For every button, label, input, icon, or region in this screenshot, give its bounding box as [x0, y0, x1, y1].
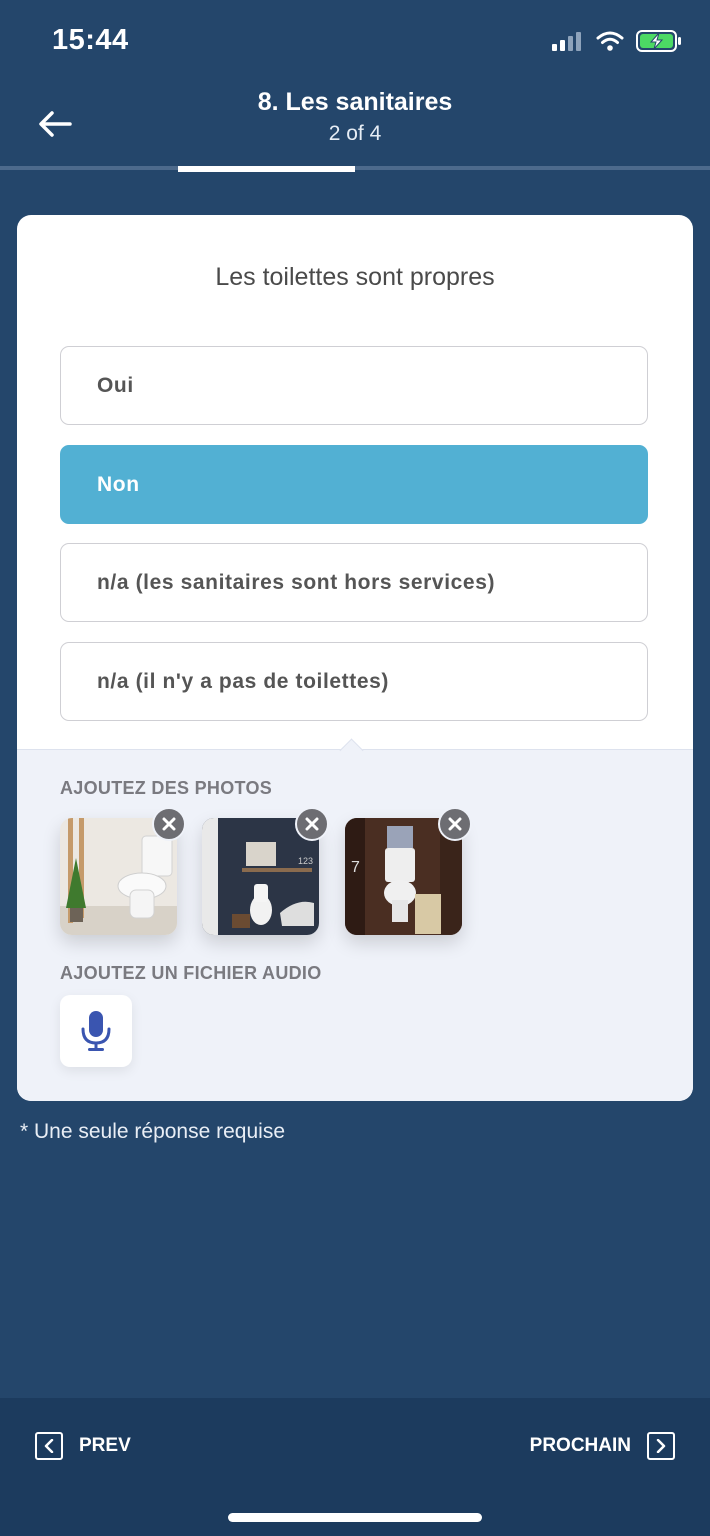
- option-non[interactable]: Non: [60, 445, 648, 524]
- prev-button[interactable]: PREV: [35, 1432, 131, 1460]
- close-icon: [305, 817, 319, 831]
- option-na-hors-services[interactable]: n/a (les sanitaires sont hors services): [60, 543, 648, 622]
- status-icons: [552, 30, 682, 52]
- remove-photo-button[interactable]: [152, 807, 186, 841]
- record-audio-button[interactable]: [60, 995, 132, 1067]
- panel-notch: [339, 738, 364, 763]
- remove-photo-button[interactable]: [438, 807, 472, 841]
- close-icon: [448, 817, 462, 831]
- signal-icon: [552, 32, 581, 51]
- next-button[interactable]: PROCHAIN: [530, 1432, 675, 1460]
- question-text: Les toilettes sont propres: [215, 263, 495, 291]
- wifi-icon: [596, 31, 624, 51]
- attachments-panel: AJOUTEZ DES PHOTOS 123 7 AJOUTEZ UN FICH…: [17, 738, 693, 1101]
- status-time: 15:44: [52, 24, 129, 56]
- step-indicator: 2 of 4: [328, 122, 382, 145]
- option-oui[interactable]: Oui: [60, 346, 648, 425]
- home-indicator: [228, 1513, 482, 1522]
- svg-text:7: 7: [351, 859, 360, 876]
- svg-text:123: 123: [298, 856, 313, 866]
- remove-photo-button[interactable]: [295, 807, 329, 841]
- next-label: PROCHAIN: [529, 1435, 631, 1456]
- chevron-right-icon: [647, 1432, 675, 1460]
- status-bar: 15:44: [0, 0, 710, 80]
- close-icon: [162, 817, 176, 831]
- battery-charging-icon: [636, 30, 681, 52]
- required-note: * Une seule réponse requise: [20, 1120, 286, 1143]
- chevron-left-icon: [35, 1432, 63, 1460]
- audio-label: AJOUTEZ UN FICHIER AUDIO: [60, 963, 322, 983]
- microphone-icon: [81, 1011, 111, 1051]
- progress-fill: [178, 166, 355, 172]
- bottom-nav: PREV PROCHAIN: [0, 1398, 710, 1536]
- photos-label: AJOUTEZ DES PHOTOS: [60, 778, 273, 798]
- option-na-pas-de-toilettes[interactable]: n/a (il n'y a pas de toilettes): [60, 642, 648, 721]
- question-card: Les toilettes sont propres Oui Non n/a (…: [17, 215, 693, 1101]
- prev-label: PREV: [79, 1435, 131, 1456]
- progress-track: [0, 166, 710, 170]
- header: 8. Les sanitaires 2 of 4: [0, 80, 710, 170]
- page-title: 8. Les sanitaires: [257, 88, 453, 116]
